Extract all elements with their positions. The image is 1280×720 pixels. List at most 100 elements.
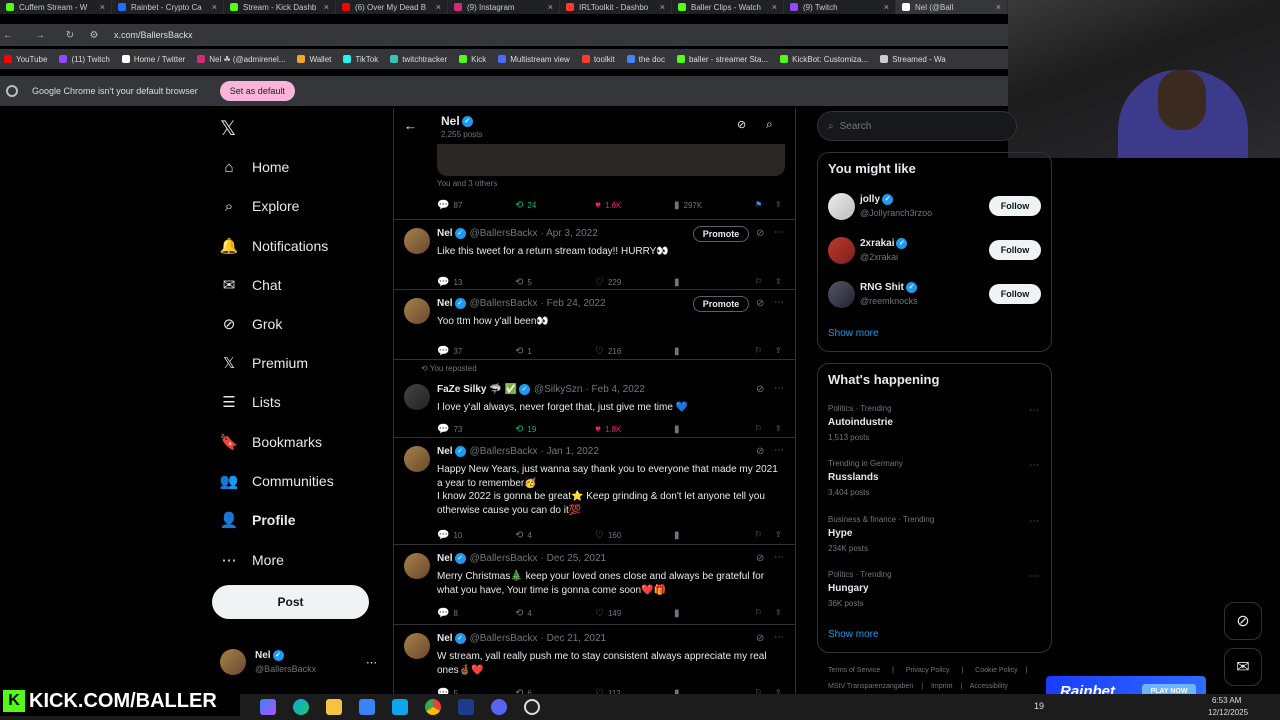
tweet-avatar[interactable] bbox=[404, 228, 430, 254]
search-box[interactable]: ⌕ Search bbox=[817, 111, 1017, 141]
tab-close-icon[interactable]: × bbox=[884, 2, 889, 12]
grok-icon[interactable]: ⊘ bbox=[756, 446, 764, 457]
sidebar-item-lists[interactable]: ☰ Lists bbox=[220, 393, 281, 411]
edge-icon[interactable] bbox=[293, 699, 309, 715]
grok-icon[interactable]: ⊘ bbox=[756, 384, 764, 395]
more-icon[interactable]: ⋯ bbox=[774, 383, 784, 394]
suggestion-name[interactable]: jolly ✓ bbox=[860, 194, 894, 205]
tab-close-icon[interactable]: × bbox=[324, 2, 329, 12]
url-field[interactable]: x.com/BallersBackx bbox=[114, 30, 193, 40]
bookmark-item[interactable]: TikTok bbox=[343, 55, 378, 64]
bookmark-icon[interactable]: ⚐ bbox=[755, 530, 762, 539]
show-more-link[interactable]: Show more bbox=[828, 328, 879, 339]
tweet-avatar[interactable] bbox=[404, 298, 430, 324]
browser-tab[interactable]: (6) Over My Dead B × bbox=[336, 0, 448, 14]
tweet-handle[interactable]: @BallersBackx bbox=[470, 633, 538, 644]
tweet-date[interactable]: · Dec 21, 2021 bbox=[541, 633, 607, 644]
tab-close-icon[interactable]: × bbox=[548, 2, 553, 12]
bookmark-icon[interactable]: ⚑ bbox=[755, 200, 762, 209]
views-button[interactable]: ▮ bbox=[674, 277, 684, 288]
tweet-avatar[interactable] bbox=[404, 553, 430, 579]
like-button[interactable]: ♥ 1.6K bbox=[595, 200, 621, 211]
trend-name[interactable]: Autoindustrie bbox=[828, 417, 893, 428]
views-button[interactable]: ▮ bbox=[674, 346, 684, 357]
bookmark-icon[interactable]: ⚐ bbox=[755, 608, 762, 617]
grok-icon[interactable]: ⊘ bbox=[737, 118, 746, 131]
footer-link[interactable]: Terms of Service bbox=[828, 667, 880, 674]
tweet-author-name[interactable]: Nel bbox=[437, 298, 453, 309]
trend-more-icon[interactable]: ⋯ bbox=[1029, 460, 1039, 471]
tweet-avatar[interactable] bbox=[404, 446, 430, 472]
suggestion-avatar[interactable] bbox=[828, 281, 855, 308]
tweet-date[interactable]: · Apr 3, 2022 bbox=[541, 228, 598, 239]
footer-link[interactable]: Imprint bbox=[931, 683, 952, 690]
tweet[interactable]: Nel ✓ @BallersBackx · Feb 24, 2022 Yoo ttm h… bbox=[394, 290, 795, 360]
trend-more-icon[interactable]: ⋯ bbox=[1029, 571, 1039, 582]
tweet-handle[interactable]: @BallersBackx bbox=[470, 446, 538, 457]
bookmark-item[interactable]: baller - streamer Sta... bbox=[676, 55, 768, 64]
sidebar-item-explore[interactable]: ⌕ Explore bbox=[220, 197, 300, 215]
more-icon[interactable]: ⋯ bbox=[774, 227, 784, 238]
file-explorer-icon[interactable] bbox=[326, 699, 342, 715]
share-icon[interactable]: ⇪ bbox=[775, 346, 782, 355]
obs-icon[interactable] bbox=[524, 699, 540, 715]
promote-button[interactable]: Promote bbox=[693, 296, 749, 312]
share-icon[interactable]: ⇪ bbox=[775, 277, 782, 286]
sidebar-item-premium[interactable]: 𝕏 Premium bbox=[220, 354, 308, 372]
sidebar-item-communities[interactable]: 👥 Communities bbox=[220, 472, 334, 490]
reply-button[interactable]: 💬 13 bbox=[437, 277, 462, 288]
tweet-date[interactable]: · Dec 25, 2021 bbox=[541, 553, 607, 564]
x-logo[interactable]: 𝕏 bbox=[220, 116, 236, 141]
tweet-handle[interactable]: @SilkySzn bbox=[534, 384, 583, 395]
bookmark-item[interactable]: Streamed - Wa bbox=[880, 55, 946, 64]
search-icon[interactable]: ⌕ bbox=[766, 117, 773, 132]
chrome-icon[interactable] bbox=[425, 699, 441, 715]
tweet-media[interactable] bbox=[437, 144, 785, 176]
browser-tab[interactable]: Stream - Kick Dashb × bbox=[224, 0, 336, 14]
tweet-author-name[interactable]: Nel bbox=[437, 633, 453, 644]
trend-more-icon[interactable]: ⋯ bbox=[1029, 516, 1039, 527]
grok-icon[interactable]: ⊘ bbox=[756, 633, 764, 644]
tweet-date[interactable]: · Feb 4, 2022 bbox=[585, 384, 644, 395]
suggestion-avatar[interactable] bbox=[828, 193, 855, 220]
tab-close-icon[interactable]: × bbox=[100, 2, 105, 12]
share-icon[interactable]: ⇪ bbox=[775, 608, 782, 617]
more-icon[interactable]: ⋯ bbox=[774, 297, 784, 308]
trend-name[interactable]: Hype bbox=[828, 528, 852, 539]
sidebar-item-notifications[interactable]: 🔔 Notifications bbox=[220, 237, 329, 255]
bookmark-item[interactable]: the doc bbox=[626, 55, 665, 64]
bookmark-item[interactable]: (11) Twitch bbox=[59, 55, 110, 64]
repost-button[interactable]: ⟲ 5 bbox=[515, 277, 532, 288]
tweet-handle[interactable]: @BallersBackx bbox=[470, 553, 538, 564]
bookmark-item[interactable]: Wallet bbox=[297, 55, 331, 64]
share-icon[interactable]: ⇪ bbox=[775, 200, 782, 209]
browser-tab[interactable]: (9) Instagram × bbox=[448, 0, 560, 14]
sidebar-item-profile[interactable]: 👤 Profile bbox=[220, 511, 296, 529]
account-name[interactable]: Nel ✓ bbox=[255, 650, 284, 661]
reply-button[interactable]: 💬 73 bbox=[437, 424, 462, 435]
suggestion-name[interactable]: 2xrakai ✓ bbox=[860, 238, 908, 249]
sidebar-item-grok[interactable]: ⊘ Grok bbox=[220, 315, 283, 333]
like-button[interactable]: ♡ 216 bbox=[595, 346, 621, 357]
post-button[interactable]: Post bbox=[212, 585, 369, 619]
views-button[interactable]: ▮ bbox=[674, 424, 684, 435]
repost-button[interactable]: ⟲ 1 bbox=[515, 346, 532, 357]
like-button[interactable]: ♡ 229 bbox=[595, 277, 621, 288]
like-button[interactable]: ♡ 160 bbox=[595, 530, 621, 541]
copilot-icon[interactable] bbox=[260, 699, 276, 715]
forward-icon[interactable]: → bbox=[32, 30, 48, 41]
reply-button[interactable]: 💬 37 bbox=[437, 346, 462, 357]
tweet-author-name[interactable]: Nel bbox=[437, 553, 453, 564]
footer-link[interactable]: Cookie Policy bbox=[975, 667, 1017, 674]
repost-button[interactable]: ⟲ 19 bbox=[515, 424, 536, 435]
trend-name[interactable]: Hungary bbox=[828, 583, 869, 594]
sidebar-item-more[interactable]: ⋯ More bbox=[220, 551, 284, 569]
suggestion-name[interactable]: RNG Shit ✓ bbox=[860, 282, 917, 293]
bookmark-item[interactable]: Nel ☘ (@admirenel... bbox=[197, 55, 285, 64]
store-icon[interactable] bbox=[359, 699, 375, 715]
tweet-handle[interactable]: @BallersBackx bbox=[470, 298, 538, 309]
more-icon[interactable]: ⋯ bbox=[774, 632, 784, 643]
reply-button[interactable]: 💬 87 bbox=[437, 200, 462, 211]
reload-icon[interactable]: ↻ bbox=[62, 30, 78, 41]
reply-button[interactable]: 💬 10 bbox=[437, 530, 462, 541]
